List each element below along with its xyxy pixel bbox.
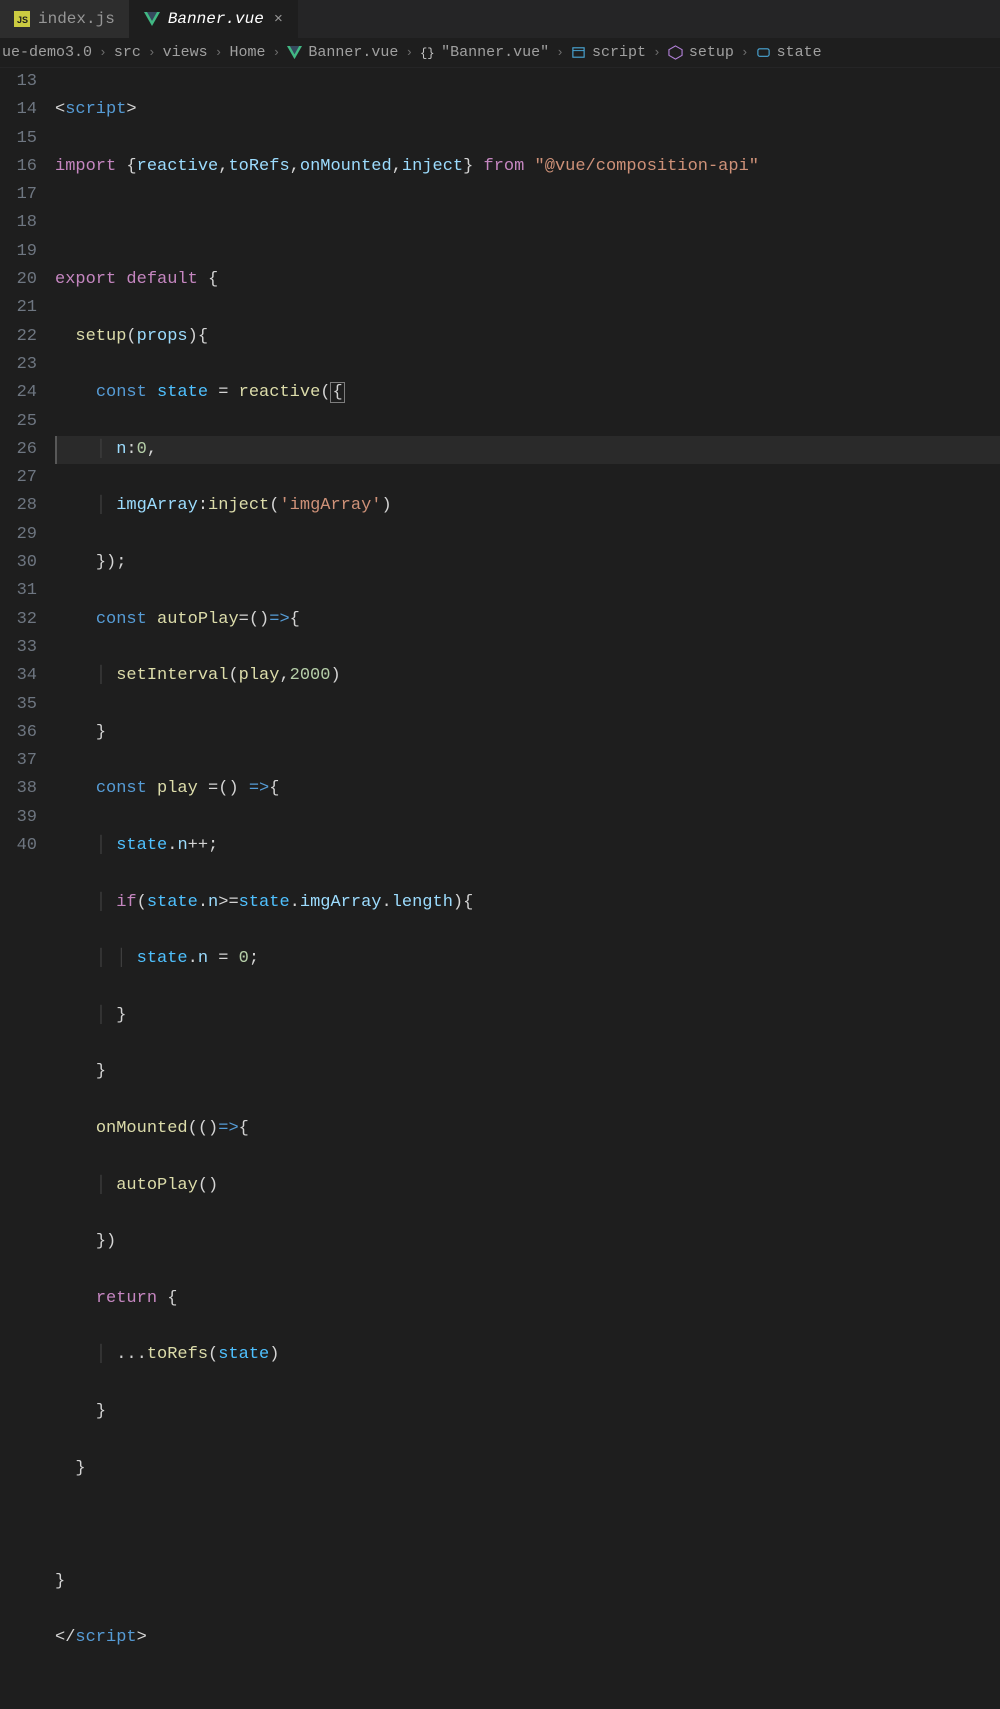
breadcrumb-item[interactable]: state (754, 44, 824, 61)
code-line (55, 1511, 1000, 1539)
breadcrumb: ue-demo3.0 › src › views › Home › Banner… (0, 38, 1000, 68)
line-number: 24 (0, 379, 37, 407)
code-content[interactable]: <script> import {reactive,toRefs,onMount… (55, 68, 1000, 883)
line-number: 13 (0, 68, 37, 96)
line-number: 39 (0, 804, 37, 832)
code-line: const autoPlay=()=>{ (55, 606, 1000, 634)
code-editor[interactable]: 13 14 15 16 17 18 19 20 21 22 23 24 25 2… (0, 68, 1000, 883)
close-icon[interactable]: × (274, 11, 283, 28)
line-number: 19 (0, 238, 37, 266)
js-file-icon: JS (14, 11, 30, 27)
line-number: 27 (0, 464, 37, 492)
line-number: 33 (0, 634, 37, 662)
chevron-right-icon: › (215, 45, 223, 60)
tab-label-active: Banner.vue (168, 10, 264, 28)
chevron-right-icon: › (741, 45, 749, 60)
line-number-gutter: 13 14 15 16 17 18 19 20 21 22 23 24 25 2… (0, 68, 55, 883)
code-line: │ setInterval(play,2000) (55, 662, 1000, 690)
symbol-module-icon (571, 45, 586, 60)
code-line: onMounted(()=>{ (55, 1115, 1000, 1143)
code-line: </script> (55, 1624, 1000, 1652)
code-line: │ imgArray:inject('imgArray') (55, 492, 1000, 520)
chevron-right-icon: › (99, 45, 107, 60)
chevron-right-icon: › (556, 45, 564, 60)
line-number: 38 (0, 775, 37, 803)
chevron-right-icon: › (273, 45, 281, 60)
line-number: 26 (0, 436, 37, 464)
line-number: 28 (0, 492, 37, 520)
code-line: } (55, 719, 1000, 747)
breadcrumb-item[interactable]: Home (227, 44, 267, 61)
line-number: 21 (0, 294, 37, 322)
breadcrumb-item[interactable]: views (161, 44, 210, 61)
chevron-right-icon: › (148, 45, 156, 60)
code-line: export default { (55, 266, 1000, 294)
line-number: 18 (0, 209, 37, 237)
vue-file-icon (287, 45, 302, 60)
code-line: const play =() =>{ (55, 775, 1000, 803)
code-line: } (55, 1058, 1000, 1086)
line-number: 23 (0, 351, 37, 379)
braces-icon: {} (420, 45, 435, 60)
code-line: }) (55, 1228, 1000, 1256)
code-line: const state = reactive({ (55, 379, 1000, 407)
breadcrumb-item[interactable]: setup (666, 44, 736, 61)
tab-banner-vue[interactable]: Banner.vue × (130, 0, 298, 38)
line-number: 16 (0, 153, 37, 181)
code-line: │ │ state.n = 0; (55, 945, 1000, 973)
code-line: │ n:0, (55, 436, 1000, 464)
code-line: │ ...toRefs(state) (55, 1341, 1000, 1369)
line-number: 22 (0, 323, 37, 351)
code-line: } (55, 1455, 1000, 1483)
code-line: } (55, 1568, 1000, 1596)
breadcrumb-item[interactable]: src (112, 44, 143, 61)
code-line: } (55, 1398, 1000, 1426)
line-number: 40 (0, 832, 37, 860)
tab-label: index.js (38, 10, 115, 28)
tab-index-js[interactable]: JS index.js (0, 0, 130, 38)
svg-text:JS: JS (17, 15, 28, 25)
code-line: return { (55, 1285, 1000, 1313)
line-number: 25 (0, 408, 37, 436)
chevron-right-icon: › (405, 45, 413, 60)
code-line: │ autoPlay() (55, 1172, 1000, 1200)
svg-text:{}: {} (420, 46, 435, 60)
line-number: 14 (0, 96, 37, 124)
line-number: 30 (0, 549, 37, 577)
breadcrumb-item[interactable]: ue-demo3.0 (0, 44, 94, 61)
vue-file-icon (144, 11, 160, 27)
breadcrumb-item[interactable]: script (569, 44, 648, 61)
code-line: │ if(state.n>=state.imgArray.length){ (55, 889, 1000, 917)
code-line: │ state.n++; (55, 832, 1000, 860)
line-number: 37 (0, 747, 37, 775)
code-line: <script> (55, 96, 1000, 124)
line-number: 34 (0, 662, 37, 690)
chevron-right-icon: › (653, 45, 661, 60)
line-number: 17 (0, 181, 37, 209)
line-number: 32 (0, 606, 37, 634)
line-number: 15 (0, 125, 37, 153)
breadcrumb-item[interactable]: Banner.vue (285, 44, 400, 61)
line-number: 31 (0, 577, 37, 605)
code-line: setup(props){ (55, 323, 1000, 351)
line-number: 20 (0, 266, 37, 294)
line-number: 36 (0, 719, 37, 747)
symbol-variable-icon (756, 45, 771, 60)
code-line: import {reactive,toRefs,onMounted,inject… (55, 153, 1000, 181)
breadcrumb-item[interactable]: {} "Banner.vue" (418, 44, 551, 61)
symbol-method-icon (668, 45, 683, 60)
code-line (55, 209, 1000, 237)
code-line: │ } (55, 1002, 1000, 1030)
line-number: 29 (0, 521, 37, 549)
editor-tabs: JS index.js Banner.vue × (0, 0, 1000, 38)
line-number: 35 (0, 691, 37, 719)
code-line: }); (55, 549, 1000, 577)
